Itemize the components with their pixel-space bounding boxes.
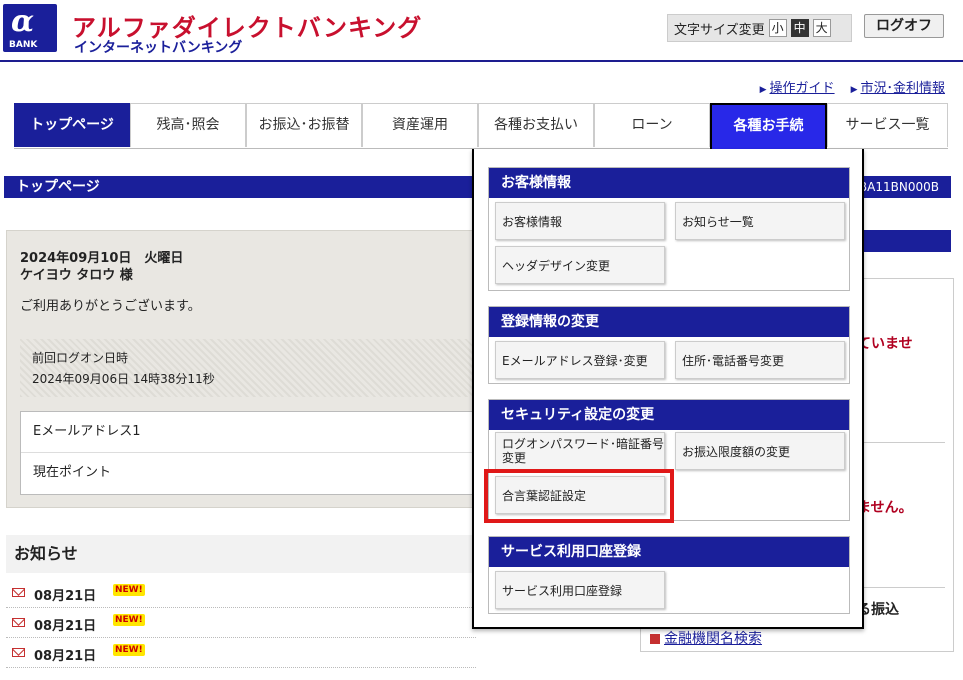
menu-customer-info[interactable]: お客様情報 <box>495 202 665 240</box>
menu-service-account-register[interactable]: サービス利用口座登録 <box>495 571 665 609</box>
logoff-button[interactable]: ログオフ <box>864 14 944 38</box>
points-row: 現在ポイント <box>33 465 112 480</box>
menu-notice-list[interactable]: お知らせ一覧 <box>675 202 845 240</box>
section-title: サービス利用口座登録 <box>489 537 849 567</box>
tab-service-list[interactable]: サービス一覧 <box>827 103 948 147</box>
tab-loan[interactable]: ローン <box>594 103 710 147</box>
triangle-right-icon: ▶ <box>850 85 858 95</box>
notices-title: お知らせ <box>6 535 476 573</box>
tab-transfer[interactable]: お振込･お振替 <box>246 103 362 147</box>
user-info-table: Eメールアドレス1 現在ポイント <box>20 411 477 495</box>
font-size-small-button[interactable]: 小 <box>768 19 787 37</box>
sublink-guide[interactable]: ▶ 操作ガイド <box>760 77 835 96</box>
procedures-dropdown-menu: お客様情報 お客様情報 お知らせ一覧 ヘッダデザイン変更 登録情報の変更 Eメー… <box>472 149 864 629</box>
section-service-account: サービス利用口座登録 サービス利用口座登録 <box>488 536 850 614</box>
logo-mark-sub: BANK <box>9 40 38 50</box>
page-title: トップページ <box>16 179 100 195</box>
sublinks: ▶ 操作ガイド ▶ 市況･金利情報 <box>760 77 945 96</box>
main-nav: トップページ 残高･照会 お振込･お振替 資産運用 各種お支払い ローン 各種お… <box>14 103 948 150</box>
triangle-right-icon: ▶ <box>759 85 767 95</box>
notice-item[interactable]: 08月21日 NEW! <box>6 578 476 608</box>
notice-date[interactable]: 08月21日 <box>34 645 96 664</box>
tab-procedures[interactable]: 各種お手続 <box>710 103 827 150</box>
mail-icon <box>12 648 25 657</box>
sublink-market[interactable]: ▶ 市況･金利情報 <box>851 77 945 96</box>
user-name: ケイヨウ タロウ 様 <box>20 268 133 283</box>
bank-search-label[interactable]: 金融機関名検索 <box>664 631 762 647</box>
mail-icon <box>12 618 25 627</box>
mail-icon <box>12 588 25 597</box>
menu-transfer-limit-change[interactable]: お振込限度額の変更 <box>675 432 845 470</box>
highlight-box <box>484 469 674 523</box>
menu-header-design[interactable]: ヘッダデザイン変更 <box>495 246 665 284</box>
tab-asset-management[interactable]: 資産運用 <box>362 103 478 147</box>
page-code: KBA11BN000B <box>851 180 939 194</box>
font-size-label: 文字サイズ変更 <box>674 22 765 38</box>
right-panel-message-1: ていませ <box>857 336 913 352</box>
new-badge: NEW! <box>113 644 145 656</box>
bank-search-link[interactable]: 金融機関名検索 <box>650 628 762 648</box>
menu-logon-password-change[interactable]: ログオンパスワード･暗証番号変更 <box>495 432 665 470</box>
new-badge: NEW! <box>113 614 145 626</box>
tab-payments[interactable]: 各種お支払い <box>478 103 594 147</box>
sublink-guide-label[interactable]: 操作ガイド <box>770 81 835 96</box>
notice-date[interactable]: 08月21日 <box>34 585 96 604</box>
sublink-market-label[interactable]: 市況･金利情報 <box>860 81 945 96</box>
section-registration-change: 登録情報の変更 Eメールアドレス登録･変更 住所･電話番号変更 <box>488 306 850 384</box>
thanks-message: ご利用ありがとうございます。 <box>20 299 201 314</box>
menu-address-phone-change[interactable]: 住所･電話番号変更 <box>675 341 845 379</box>
new-badge: NEW! <box>113 584 145 596</box>
bank-subtitle: インターネットバンキング <box>74 40 243 56</box>
tab-balance[interactable]: 残高･照会 <box>130 103 246 147</box>
user-info-box: 2024年09月10日 火曜日 ケイヨウ タロウ 様 ご利用ありがとうございます… <box>6 230 477 508</box>
section-title: 登録情報の変更 <box>489 307 849 337</box>
font-size-medium-button[interactable]: 中 <box>790 19 809 37</box>
section-customer-info: お客様情報 お客様情報 お知らせ一覧 ヘッダデザイン変更 <box>488 167 850 291</box>
notice-item[interactable]: 08月21日 NEW! <box>6 608 476 638</box>
menu-email-change[interactable]: Eメールアドレス登録･変更 <box>495 341 665 379</box>
email-row: Eメールアドレス1 <box>21 412 476 453</box>
last-logon-value: 2024年09月06日 14時38分11秒 <box>32 372 215 386</box>
arrow-right-icon <box>650 634 660 644</box>
section-title: お客様情報 <box>489 168 849 198</box>
bank-logo-icon[interactable]: α BANK <box>3 4 57 52</box>
font-size-large-button[interactable]: 大 <box>812 19 831 37</box>
last-logon-label: 前回ログオン日時 <box>32 351 129 365</box>
font-size-control: 文字サイズ変更 小 中 大 <box>667 14 852 42</box>
notice-item[interactable]: 08月21日 NEW! <box>6 638 476 668</box>
last-logon-box: 前回ログオン日時 2024年09月06日 14時38分11秒 <box>20 339 477 397</box>
header: α BANK アルファダイレクトバンキング インターネットバンキング 文字サイズ… <box>0 0 963 62</box>
notice-date[interactable]: 08月21日 <box>34 615 96 634</box>
logo-mark-letter: α <box>11 4 35 39</box>
tab-top-page[interactable]: トップページ <box>14 103 130 147</box>
right-panel-message-2: ません。 <box>857 500 913 516</box>
section-title: セキュリティ設定の変更 <box>489 400 849 430</box>
